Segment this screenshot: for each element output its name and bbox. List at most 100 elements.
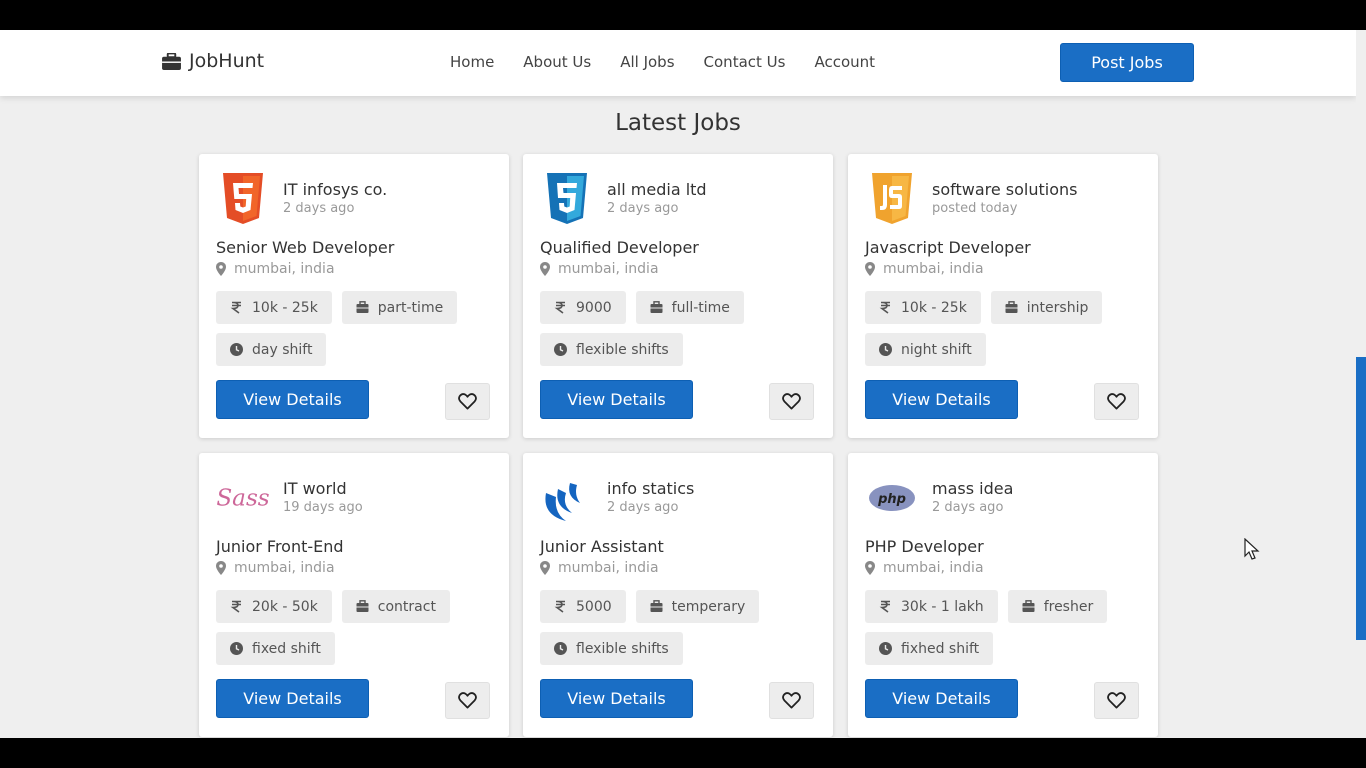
- salary-text: 20k - 50k: [252, 598, 318, 615]
- job-type-tag: part-time: [341, 291, 458, 324]
- shift-tag: flexible shifts: [540, 632, 683, 665]
- svg-text:php: php: [877, 492, 906, 507]
- favorite-button[interactable]: [445, 682, 490, 719]
- company-name: software solutions: [932, 180, 1078, 199]
- job-location: mumbai, india: [540, 261, 659, 277]
- shift-tag: day shift: [216, 333, 327, 366]
- brand-logo[interactable]: JobHunt: [162, 50, 264, 72]
- heart-icon: [782, 692, 801, 709]
- job-title: Qualified Developer: [540, 238, 699, 257]
- nav-about-us[interactable]: About Us: [523, 53, 591, 71]
- rupee-icon: [879, 301, 890, 314]
- job-tags: 10k - 25k intership night shift: [865, 291, 1145, 366]
- salary-text: 9000: [576, 299, 612, 316]
- heart-icon: [458, 393, 477, 410]
- view-details-button[interactable]: View Details: [216, 679, 369, 718]
- job-card: software solutions posted today Javascript…: [848, 154, 1158, 438]
- view-details-button[interactable]: View Details: [540, 679, 693, 718]
- rupee-icon: [230, 600, 241, 613]
- nav-account[interactable]: Account: [814, 53, 875, 71]
- location-text: mumbai, india: [883, 560, 984, 576]
- job-type-tag: full-time: [635, 291, 744, 324]
- location-pin-icon: [216, 561, 226, 575]
- location-text: mumbai, india: [234, 560, 335, 576]
- nav-all-jobs[interactable]: All Jobs: [620, 53, 674, 71]
- job-location: mumbai, india: [540, 560, 659, 576]
- heart-icon: [1107, 393, 1126, 410]
- job-type-text: contract: [377, 598, 436, 615]
- company-name: IT infosys co.: [283, 180, 388, 199]
- job-type-tag: contract: [341, 590, 450, 623]
- view-details-button[interactable]: View Details: [216, 380, 369, 419]
- location-text: mumbai, india: [234, 261, 335, 277]
- html5-logo: [216, 170, 270, 228]
- company-name: mass idea: [932, 479, 1014, 498]
- shift-tag: fixed shift: [216, 632, 335, 665]
- view-details-button[interactable]: View Details: [865, 380, 1018, 419]
- shift-text: flexible shifts: [576, 640, 669, 657]
- favorite-button[interactable]: [445, 383, 490, 420]
- clock-icon: [879, 642, 892, 655]
- briefcase-icon: [1005, 301, 1018, 313]
- job-card: info statics 2 days ago Junior Assistant mu…: [523, 453, 833, 737]
- job-type-text: temperary: [671, 598, 746, 615]
- job-location: mumbai, india: [216, 560, 335, 576]
- javascript-logo: [865, 170, 919, 228]
- job-location: mumbai, india: [865, 261, 984, 277]
- job-tags: 20k - 50k contract fixed shift: [216, 590, 496, 665]
- company-name: IT world: [283, 479, 347, 498]
- clock-icon: [554, 343, 567, 356]
- shift-tag: night shift: [865, 333, 986, 366]
- shift-text: fixed shift: [252, 640, 321, 657]
- shift-text: day shift: [252, 341, 313, 358]
- job-card: Sass IT world 19 days ago Junior Front-End m…: [199, 453, 509, 737]
- view-details-button[interactable]: View Details: [540, 380, 693, 419]
- job-card: IT infosys co. 2 days ago Senior Web Devel…: [199, 154, 509, 438]
- job-type-tag: fresher: [1007, 590, 1108, 623]
- clock-icon: [554, 642, 567, 655]
- nav-contact-us[interactable]: Contact Us: [704, 53, 786, 71]
- favorite-button[interactable]: [1094, 383, 1139, 420]
- nav-home[interactable]: Home: [450, 53, 494, 71]
- heart-icon: [458, 692, 477, 709]
- location-pin-icon: [865, 262, 875, 276]
- location-text: mumbai, india: [558, 560, 659, 576]
- salary-text: 10k - 25k: [901, 299, 967, 316]
- rupee-icon: [230, 301, 241, 314]
- top-navbar: JobHunt Home About Us All Jobs Contact U…: [0, 30, 1356, 96]
- salary-text: 5000: [576, 598, 612, 615]
- section-title: Latest Jobs: [615, 110, 741, 136]
- job-card: all media ltd 2 days ago Qualified Develop…: [523, 154, 833, 438]
- post-jobs-button[interactable]: Post Jobs: [1060, 43, 1194, 82]
- briefcase-icon: [650, 600, 663, 612]
- job-title: PHP Developer: [865, 537, 984, 556]
- job-type-tag: temperary: [635, 590, 760, 623]
- job-tags: 5000 temperary flexible shifts: [540, 590, 820, 665]
- job-title: Senior Web Developer: [216, 238, 395, 257]
- job-card: php mass idea 2 days ago PHP Developer mumba…: [848, 453, 1158, 737]
- briefcase-icon: [1022, 600, 1035, 612]
- salary-tag: 20k - 50k: [216, 590, 332, 623]
- job-type-tag: intership: [990, 291, 1103, 324]
- location-text: mumbai, india: [883, 261, 984, 277]
- posted-time: 2 days ago: [607, 500, 679, 515]
- favorite-button[interactable]: [769, 682, 814, 719]
- salary-tag: 30k - 1 lakh: [865, 590, 998, 623]
- svg-text:Sass: Sass: [216, 486, 269, 512]
- shift-tag: fixhed shift: [865, 632, 994, 665]
- company-name: info statics: [607, 479, 695, 498]
- job-tags: 10k - 25k part-time day shift: [216, 291, 496, 366]
- main-nav: Home About Us All Jobs Contact Us Accoun…: [450, 53, 875, 71]
- rupee-icon: [554, 301, 565, 314]
- location-pin-icon: [540, 262, 550, 276]
- brand-name: JobHunt: [189, 50, 265, 72]
- scrollbar-thumb[interactable]: [1356, 357, 1366, 640]
- job-type-text: part-time: [377, 299, 444, 316]
- posted-time: 2 days ago: [932, 500, 1004, 515]
- job-title: Junior Front-End: [216, 537, 344, 556]
- favorite-button[interactable]: [1094, 682, 1139, 719]
- shift-text: flexible shifts: [576, 341, 669, 358]
- favorite-button[interactable]: [769, 383, 814, 420]
- briefcase-icon: [356, 301, 369, 313]
- view-details-button[interactable]: View Details: [865, 679, 1018, 718]
